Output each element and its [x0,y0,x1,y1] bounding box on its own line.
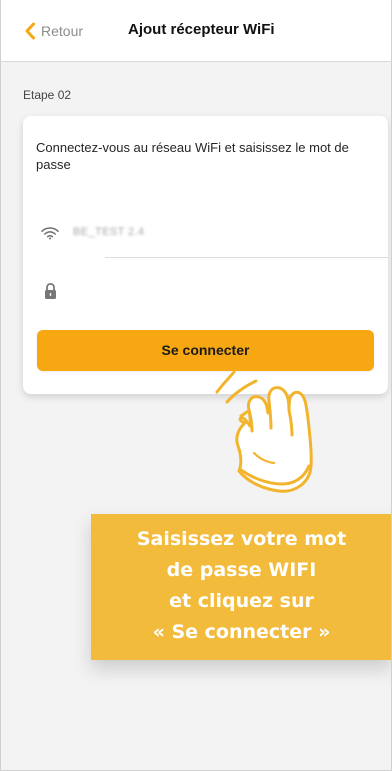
wifi-connection-card: Connectez-vous au réseau WiFi et saisiss… [23,116,388,394]
callout-line-2: de passe WIFI [166,559,317,581]
callout-line-4: « Se connecter » [152,621,331,643]
wifi-icon [40,223,60,243]
pointing-hand-icon [203,368,315,494]
chevron-left-icon [24,22,36,40]
lock-icon [40,281,60,301]
callout-line-3: et cliquez sur [169,590,314,612]
header-bar: Retour Ajout récepteur WiFi [0,0,392,62]
wifi-network-field[interactable]: BE_TEST 2.4 [23,216,388,250]
connect-button[interactable]: Se connecter [37,330,374,371]
back-label: Retour [41,23,84,39]
callout-text: Saisissez votre mot de passe WIFI et cli… [91,524,392,648]
field-divider [105,257,388,258]
wifi-network-name: BE_TEST 2.4 [73,226,145,238]
page-title: Ajout récepteur WiFi [128,21,275,38]
password-input[interactable] [73,280,373,302]
step-label: Etape 02 [23,88,72,102]
connection-instruction: Connectez-vous au réseau WiFi et saisiss… [36,140,349,172]
password-field[interactable] [23,274,388,308]
back-button[interactable]: Retour [24,19,83,43]
callout-line-1: Saisissez votre mot [136,528,347,550]
instruction-callout: Saisissez votre mot de passe WIFI et cli… [91,514,392,660]
